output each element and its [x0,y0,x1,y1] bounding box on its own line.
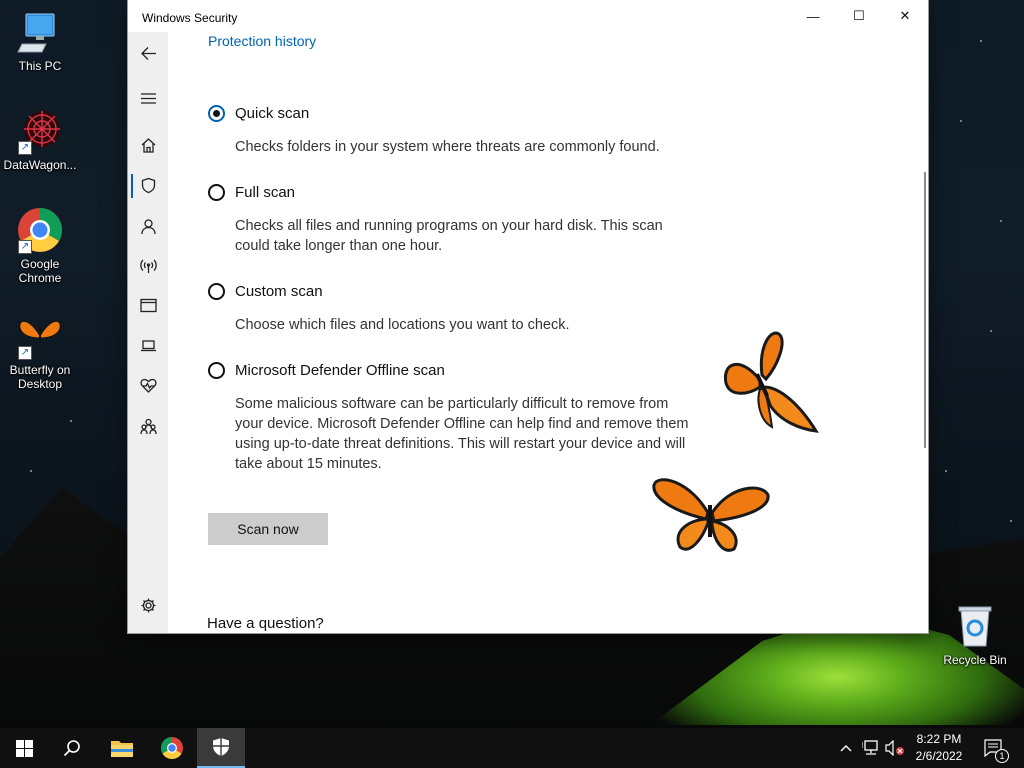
taskbar: 8:22 PM 2/6/2022 1 [0,728,1024,768]
full-scan-radio[interactable] [208,184,225,201]
taskbar-chrome[interactable] [148,728,196,768]
sidebar-item-app-browser[interactable] [128,289,168,321]
minimize-button[interactable]: — [790,0,836,32]
taskbar-windows-security[interactable] [197,728,245,768]
network-icon [862,740,878,755]
full-scan-label: Full scan [235,184,296,201]
chrome-icon [161,737,183,759]
shortcut-arrow-icon: ↗ [18,240,32,254]
defender-offline-scan-label: Microsoft Defender Offline scan [235,362,445,379]
menu-button[interactable] [128,82,168,114]
network-status[interactable] [860,728,882,768]
search-button[interactable] [48,728,96,768]
desktop-icon-label: DataWagon... [3,158,77,172]
recycle-bin-icon [951,602,999,650]
custom-scan-radio[interactable] [208,283,225,300]
custom-scan-label: Custom scan [235,283,323,300]
butterfly-overlay-icon [652,478,770,552]
speaker-muted-icon [885,740,904,756]
sidebar-item-virus-protection[interactable] [128,169,168,201]
search-icon [63,740,80,757]
desktop-icon-label: Google Chrome [18,257,62,285]
heart-pulse-icon [139,378,157,393]
action-center-button[interactable]: 1 [978,728,1010,768]
hamburger-menu-icon [140,92,156,104]
shortcut-arrow-icon: ↗ [18,141,32,155]
notification-count-badge: 1 [995,749,1009,763]
quick-scan-description: Checks folders in your system where thre… [235,139,660,155]
desktop-icon-butterfly[interactable]: ↗ Butterfly on Desktop [0,312,80,391]
wireless-icon [139,259,157,273]
desktop-icon-this-pc[interactable]: This PC [0,8,80,73]
butterfly-icon: ↗ [16,312,64,360]
sidebar-item-settings[interactable] [128,589,168,621]
close-icon: ✕ [899,8,911,23]
family-icon [139,418,157,434]
computer-icon [16,8,64,56]
chevron-up-icon [840,745,852,752]
person-icon [140,218,156,234]
close-button[interactable]: ✕ [882,0,928,32]
minimize-icon: — [806,8,820,24]
laptop-icon [140,339,156,351]
protection-history-link[interactable]: Protection history [208,33,316,49]
quick-scan-label: Quick scan [235,105,310,122]
shortcut-arrow-icon: ↗ [18,346,32,360]
back-button[interactable] [128,37,168,69]
desktop-icon-label: Butterfly on Desktop [9,363,71,391]
taskbar-file-explorer[interactable] [98,728,146,768]
sidebar-item-account-protection[interactable] [128,210,168,242]
desktop-icon-google-chrome[interactable]: ↗ Google Chrome [0,206,80,285]
title-bar[interactable]: Windows Security — ☐ ✕ [128,0,928,32]
custom-scan-description: Choose which files and locations you wan… [235,317,570,333]
defender-offline-scan-radio[interactable] [208,362,225,379]
show-hidden-icons-button[interactable] [836,728,856,768]
scan-now-button[interactable]: Scan now [208,513,328,545]
start-button[interactable] [0,728,48,768]
volume-status[interactable] [884,728,906,768]
desktop-icon-label: This PC [18,59,62,73]
datawagon-logo-icon: ↗ [16,107,64,155]
clock-time: 8:22 PM [916,732,962,746]
desktop-icon-recycle-bin[interactable]: Recycle Bin [935,602,1015,667]
file-explorer-icon [111,741,133,757]
chrome-icon: ↗ [16,206,64,254]
maximize-button[interactable]: ☐ [836,0,882,32]
back-arrow-icon [140,46,156,60]
windows-security-icon [213,738,229,756]
sidebar-item-home[interactable] [128,129,168,161]
butterfly-overlay-icon [723,331,819,433]
desktop-icon-label: Recycle Bin [943,653,1007,667]
clock-date: 2/6/2022 [915,749,963,763]
shield-icon [141,177,155,193]
sidebar-item-firewall[interactable] [128,249,168,281]
defender-offline-scan-description: Some malicious software can be particula… [235,396,689,472]
have-a-question-heading: Have a question? [207,615,324,632]
sidebar [128,32,168,633]
system-clock[interactable]: 8:22 PM 2/6/2022 [906,731,972,765]
home-icon [141,137,155,153]
gear-icon [141,598,155,612]
maximize-icon: ☐ [853,8,865,23]
sidebar-item-device-security[interactable] [128,329,168,361]
desktop-icon-datawagon[interactable]: ↗ DataWagon... [0,107,80,172]
start-icon [15,739,33,757]
full-scan-description: Checks all files and running programs on… [235,218,663,254]
quick-scan-radio[interactable] [208,105,225,122]
sidebar-item-family-options[interactable] [128,410,168,442]
app-browser-icon [139,298,157,312]
window-title: Windows Security [142,11,238,25]
windows-security-window: Windows Security — ☐ ✕ Protection histor… [128,0,928,633]
sidebar-item-device-health[interactable] [128,369,168,401]
scrollbar[interactable] [924,172,926,448]
